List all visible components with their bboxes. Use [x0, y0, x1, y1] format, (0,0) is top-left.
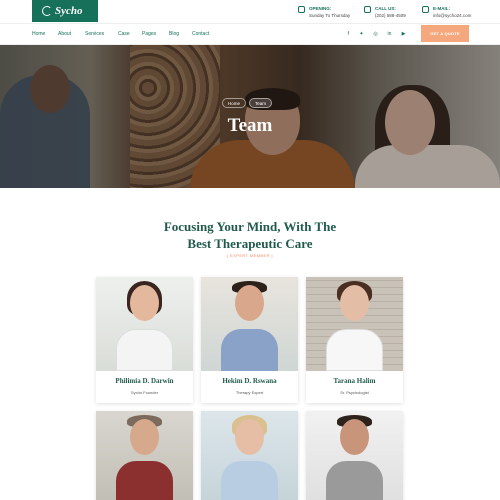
- team-photo: [96, 411, 193, 500]
- nav-case[interactable]: Case: [118, 31, 130, 37]
- team-card[interactable]: Tarana Halim Sr. Psychologist: [306, 277, 403, 403]
- twitter-icon[interactable]: ✦: [358, 31, 365, 38]
- section-tag: [ EXPERT MEMBER ]: [227, 253, 273, 258]
- team-photo: [201, 277, 298, 371]
- team-role: Sr. Psychologist: [340, 390, 369, 395]
- instagram-icon[interactable]: ◎: [372, 31, 379, 38]
- call-value[interactable]: (202) 588-4509: [375, 12, 406, 19]
- team-card[interactable]: [201, 411, 298, 500]
- breadcrumb-current: Team: [249, 98, 273, 108]
- email-value[interactable]: info@sycho24.com: [433, 12, 471, 19]
- team-role: Therapy Expert: [235, 390, 264, 395]
- email-label: E-MAIL:: [433, 6, 450, 11]
- logo-text: Sycho: [55, 5, 83, 17]
- team-card[interactable]: Hekim D. Rswana Therapy Expert: [201, 277, 298, 403]
- opening-label: OPENING:: [309, 6, 332, 11]
- breadcrumb-home[interactable]: Home: [222, 98, 247, 108]
- team-photo: [96, 277, 193, 371]
- section-title: Focusing Your Mind, With The Best Therap…: [0, 218, 500, 252]
- team-name[interactable]: Hekim D. Rswana: [201, 377, 298, 385]
- facebook-icon[interactable]: f: [345, 31, 352, 38]
- nav-home[interactable]: Home: [32, 31, 45, 37]
- linkedin-icon[interactable]: in: [386, 31, 393, 38]
- youtube-icon[interactable]: ▶: [400, 31, 407, 38]
- mail-icon: [422, 6, 429, 13]
- top-bar: Sycho OPENING: Sunday To Thursday CALL U…: [0, 0, 500, 23]
- team-name[interactable]: Tarana Halim: [306, 377, 403, 385]
- team-name[interactable]: Philimia D. Darwin: [96, 377, 193, 385]
- get-a-quote-button[interactable]: GET A QUOTE: [421, 25, 469, 42]
- nav-services[interactable]: Services: [85, 31, 104, 37]
- page-title: Team: [227, 115, 273, 136]
- nav-contact[interactable]: Contact: [192, 31, 209, 37]
- section-title-line1: Focusing Your Mind, With The: [163, 219, 337, 234]
- team-card[interactable]: [96, 411, 193, 500]
- nav-pages[interactable]: Pages: [142, 31, 156, 37]
- clock-icon: [298, 6, 305, 13]
- team-card[interactable]: [306, 411, 403, 500]
- call-info: CALL US: (202) 588-4509: [364, 5, 406, 19]
- team-role: Sycho Founder: [130, 390, 159, 395]
- team-photo: [306, 411, 403, 500]
- phone-icon: [364, 6, 371, 13]
- call-label: CALL US:: [375, 6, 396, 11]
- nav-about[interactable]: About: [58, 31, 71, 37]
- breadcrumb: Home Team: [222, 98, 273, 108]
- section-title-line2: Best Therapeutic Care: [187, 236, 313, 251]
- nav-blog[interactable]: Blog: [169, 31, 179, 37]
- opening-info: OPENING: Sunday To Thursday: [298, 5, 350, 19]
- opening-value: Sunday To Thursday: [309, 13, 351, 18]
- team-photo: [201, 411, 298, 500]
- hero-banner: Home Team Team: [0, 45, 500, 188]
- logo[interactable]: Sycho: [32, 0, 98, 22]
- team-photo: [306, 277, 403, 371]
- team-card[interactable]: Philimia D. Darwin Sycho Founder: [96, 277, 193, 403]
- email-info: E-MAIL: info@sycho24.com: [422, 5, 471, 19]
- logo-icon: [42, 6, 52, 16]
